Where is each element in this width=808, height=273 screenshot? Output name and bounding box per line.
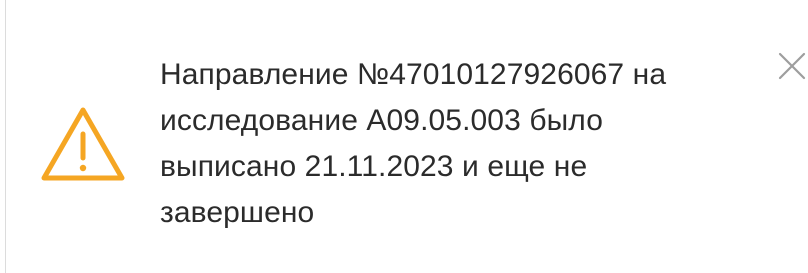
notification-message: Направление №47010127926067 на исследова…: [160, 52, 760, 236]
message-line: завершено: [160, 196, 315, 229]
warning-notification: Направление №47010127926067 на исследова…: [0, 0, 808, 273]
message-line: исследование А09.05.003 было: [160, 104, 603, 137]
message-line: выписано 21.11.2023 и еще не: [160, 150, 588, 183]
message-line: Направление №47010127926067 на: [160, 58, 667, 91]
warning-triangle-icon: [41, 107, 125, 181]
close-button[interactable]: [776, 50, 808, 82]
notification-left-border: [5, 0, 6, 273]
close-icon: [778, 52, 806, 80]
